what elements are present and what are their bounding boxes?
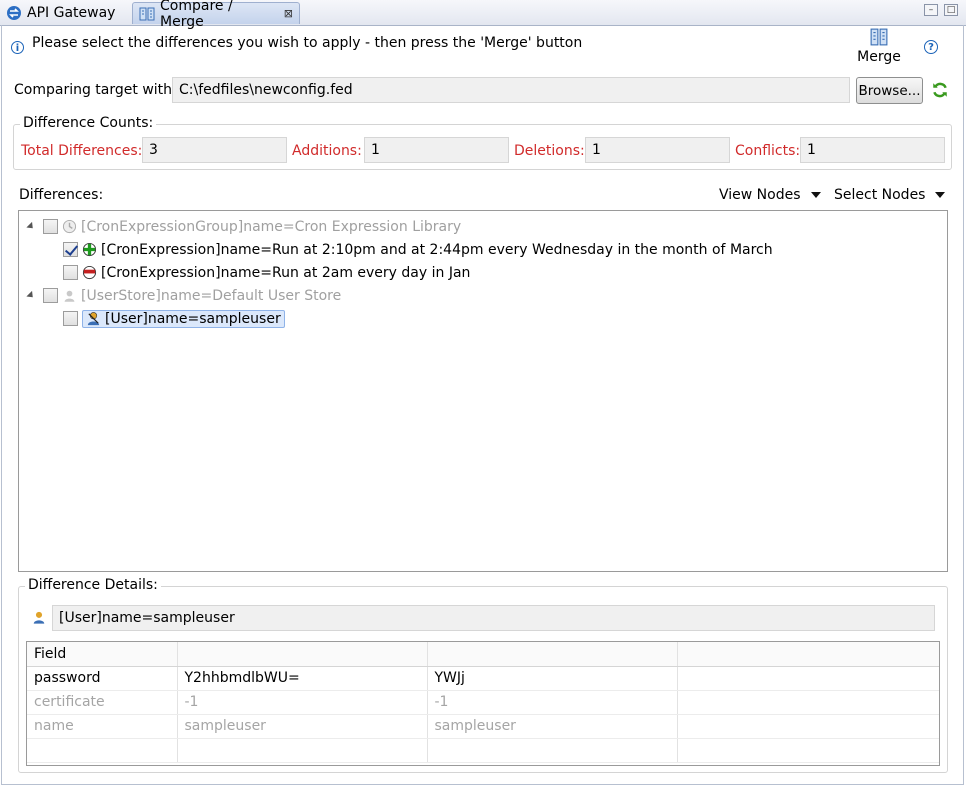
- target-path-field[interactable]: C:\fedfiles\newconfig.fed: [172, 77, 850, 103]
- tree-item-cron-deletion[interactable]: [CronExpression]name=Run at 2am every da…: [27, 261, 773, 284]
- table-cell: [677, 714, 939, 739]
- view-nodes-label: View Nodes: [719, 187, 801, 203]
- table-cell: YWJj: [427, 666, 678, 691]
- select-nodes-dropdown[interactable]: Select Nodes: [834, 187, 946, 203]
- deletions-value: 1: [585, 137, 730, 163]
- maximize-icon[interactable]: □: [944, 4, 958, 16]
- browse-button[interactable]: Browse...: [856, 77, 923, 104]
- conflicts-label: Conflicts:: [735, 143, 801, 159]
- tree-item-label: [CronExpressionGroup]name=Cron Expressio…: [81, 218, 462, 235]
- difference-details-title: Difference Details:: [25, 577, 161, 593]
- view-nodes-dropdown[interactable]: View Nodes: [719, 187, 821, 203]
- selected-difference-field: [User]name=sampleuser: [52, 605, 935, 631]
- table-cell: -1: [177, 690, 428, 715]
- tree-item-label: [CronExpression]name=Run at 2am every da…: [101, 264, 471, 281]
- merge-button[interactable]: Merge: [854, 28, 904, 66]
- deletions-label: Deletions:: [514, 143, 585, 159]
- tree-item-label: [User]name=sampleuser: [105, 310, 281, 327]
- chevron-down-icon: [810, 192, 821, 198]
- table-cell: [677, 738, 939, 763]
- table-row[interactable]: name sampleuser sampleuser: [27, 714, 939, 739]
- table-cell: certificate: [27, 690, 178, 715]
- help-icon[interactable]: ?: [924, 40, 938, 54]
- merge-icon: [870, 28, 888, 46]
- tree-item-label: [CronExpression]name=Run at 2:10pm and a…: [101, 241, 773, 258]
- table-cell: sampleuser: [427, 714, 678, 739]
- table-cell: sampleuser: [177, 714, 428, 739]
- table-cell: [27, 738, 178, 763]
- checkbox[interactable]: [43, 219, 58, 234]
- addition-icon: [82, 242, 97, 257]
- total-differences-label: Total Differences:: [21, 143, 143, 159]
- table-cell: -1: [427, 690, 678, 715]
- expand-icon[interactable]: [26, 290, 36, 301]
- checkbox[interactable]: [63, 311, 78, 326]
- column-header[interactable]: [177, 642, 428, 667]
- table-cell: [177, 738, 428, 763]
- difference-counts-title: Difference Counts:: [20, 115, 157, 131]
- additions-value: 1: [364, 137, 509, 163]
- checkbox[interactable]: [43, 288, 58, 303]
- refresh-icon[interactable]: [931, 81, 949, 99]
- tree-item-selection[interactable]: [User]name=sampleuser: [82, 309, 285, 328]
- table-row[interactable]: password Y2hhbmdlbWU= YWJj: [27, 666, 939, 691]
- instruction-text: Please select the differences you wish t…: [32, 35, 583, 51]
- tab-label: API Gateway: [27, 5, 116, 21]
- differences-tree[interactable]: [CronExpressionGroup]name=Cron Expressio…: [18, 210, 948, 572]
- conflicts-value: 1: [800, 137, 945, 163]
- compare-merge-icon: [139, 7, 155, 20]
- chevron-down-icon: [935, 192, 946, 198]
- table-row[interactable]: certificate -1 -1: [27, 690, 939, 715]
- merge-label: Merge: [857, 49, 901, 65]
- table-cell: [427, 738, 678, 763]
- cron-group-icon: [62, 219, 77, 234]
- details-table-container: Field password Y2hhbmdlbWU= YWJj certifi…: [26, 641, 940, 766]
- table-cell: Y2hhbmdlbWU=: [177, 666, 428, 691]
- column-header[interactable]: [677, 642, 939, 667]
- tree-item-cron-group[interactable]: [CronExpressionGroup]name=Cron Expressio…: [26, 215, 773, 238]
- additions-label: Additions:: [292, 143, 362, 159]
- tree-item-cron-addition[interactable]: [CronExpression]name=Run at 2:10pm and a…: [27, 238, 773, 261]
- total-differences-value: 3: [142, 137, 287, 163]
- tab-compare-merge[interactable]: Compare / Merge ⊠: [132, 0, 300, 30]
- table-header-row: Field: [27, 642, 939, 667]
- close-icon[interactable]: ⊠: [284, 7, 293, 20]
- editor-tab-bar: API Gateway Compare / Merge ⊠ – □: [0, 0, 966, 30]
- table-cell: password: [27, 666, 178, 691]
- user-icon: [33, 611, 45, 624]
- table-cell: [677, 666, 939, 691]
- table-cell: name: [27, 714, 178, 739]
- target-label: Comparing target with:: [14, 82, 177, 98]
- api-gateway-icon: [7, 6, 21, 20]
- info-icon: i: [11, 41, 24, 54]
- column-header[interactable]: [427, 642, 678, 667]
- column-header[interactable]: Field: [27, 642, 178, 667]
- tree-item-label: [UserStore]name=Default User Store: [81, 287, 342, 304]
- expand-icon[interactable]: [26, 221, 36, 232]
- checkbox[interactable]: [63, 265, 78, 280]
- tab-api-gateway[interactable]: API Gateway: [0, 2, 128, 24]
- conflict-user-icon: [86, 311, 101, 326]
- tree-item-user-conflict[interactable]: [User]name=sampleuser: [27, 307, 773, 330]
- user-store-icon: [62, 288, 77, 303]
- tree-item-user-store[interactable]: [UserStore]name=Default User Store: [26, 284, 773, 307]
- checkbox-checked[interactable]: [63, 242, 78, 257]
- details-table: Field password Y2hhbmdlbWU= YWJj certifi…: [27, 642, 939, 763]
- select-nodes-label: Select Nodes: [834, 187, 926, 203]
- minimize-icon[interactable]: –: [924, 4, 938, 16]
- window-controls: – □: [924, 4, 958, 16]
- table-cell: [677, 690, 939, 715]
- differences-label: Differences:: [19, 187, 104, 203]
- deletion-icon: [82, 265, 97, 280]
- table-row[interactable]: [27, 738, 939, 763]
